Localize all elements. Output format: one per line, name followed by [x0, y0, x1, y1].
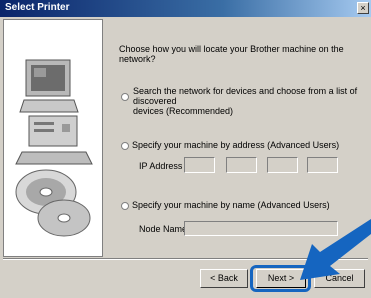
pointer-arrow-icon [300, 219, 371, 280]
select-printer-dialog: Select Printer × Choose how you will loc… [0, 0, 371, 298]
